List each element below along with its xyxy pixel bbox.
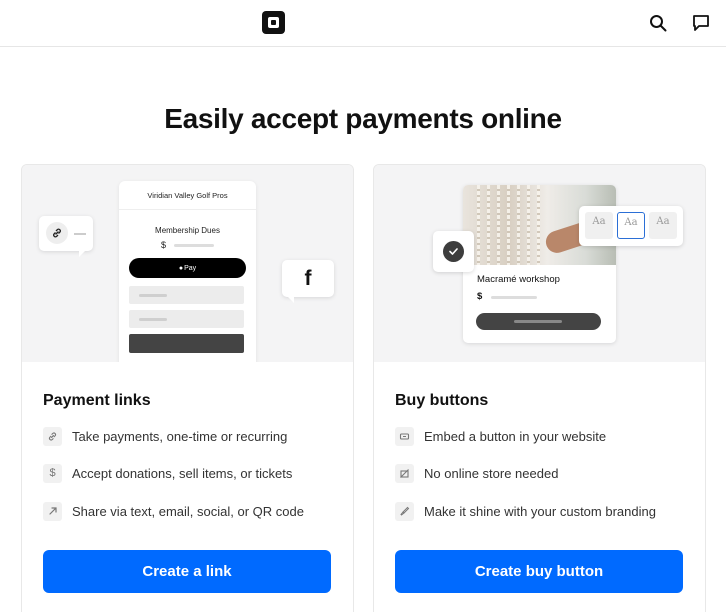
square-logo[interactable]: [262, 11, 285, 34]
feature-item: Make it shine with your custom branding: [395, 500, 656, 522]
search-icon[interactable]: [646, 11, 670, 35]
feature-item: No online store needed: [395, 462, 558, 484]
feature-item: Share via text, email, social, or QR cod…: [43, 500, 304, 522]
font-option-selected: Aa: [617, 212, 645, 239]
facebook-icon: f: [282, 260, 334, 303]
feature-item: Take payments, one-time or recurring: [43, 425, 287, 447]
currency-symbol: $: [161, 240, 167, 250]
buy-buttons-card: Macramé workshop $ Aa Aa Aa Buy buttons …: [373, 164, 706, 612]
paintbrush-icon: [395, 501, 414, 521]
top-nav: [0, 0, 726, 47]
apple-pay-button: ● Pay: [129, 258, 246, 278]
dollar-icon: $: [43, 463, 62, 483]
item-name: Membership Dues: [155, 226, 220, 235]
form-field: [129, 286, 244, 304]
payment-links-illustration: Viridian Valley Golf Pros Membership Due…: [22, 165, 353, 362]
card-heading: Buy buttons: [395, 392, 489, 409]
button-icon: [395, 426, 414, 446]
feature-text: Accept donations, sell items, or tickets: [72, 465, 293, 481]
link-icon: [46, 222, 68, 244]
create-buy-button-button[interactable]: Create buy button: [395, 550, 683, 593]
checkout-preview: Viridian Valley Golf Pros Membership Due…: [119, 181, 256, 362]
feature-text: Share via text, email, social, or QR cod…: [72, 503, 304, 519]
feature-text: Take payments, one-time or recurring: [72, 428, 288, 444]
apple-icon: ●: [178, 264, 184, 272]
buy-buttons-illustration: Macramé workshop $ Aa Aa Aa: [374, 165, 705, 362]
product-name: Macramé workshop: [477, 274, 560, 285]
buy-bar: [476, 313, 601, 330]
arrow-up-right-icon: [43, 501, 62, 521]
feature-text: Make it shine with your custom branding: [424, 503, 656, 519]
link-bubble: [39, 216, 93, 257]
form-field: [129, 310, 244, 328]
font-option: Aa: [649, 212, 677, 239]
business-name: Viridian Valley Golf Pros: [147, 191, 228, 200]
payment-links-card: Viridian Valley Golf Pros Membership Due…: [21, 164, 354, 612]
submit-bar: [129, 334, 244, 353]
font-option: Aa: [585, 212, 613, 239]
link-icon: [43, 426, 62, 446]
feature-item: $ Accept donations, sell items, or ticke…: [43, 462, 292, 484]
no-store-icon: [395, 463, 414, 483]
chat-icon[interactable]: [689, 11, 713, 35]
card-heading: Payment links: [43, 392, 151, 409]
feature-text: No online store needed: [424, 465, 559, 481]
feature-item: Embed a button in your website: [395, 425, 606, 447]
create-link-button[interactable]: Create a link: [43, 550, 331, 593]
currency-symbol: $: [477, 291, 483, 302]
feature-text: Embed a button in your website: [424, 428, 607, 444]
font-picker: Aa Aa Aa: [579, 206, 683, 246]
page-title: Easily accept payments online: [164, 103, 562, 134]
check-bubble: [433, 231, 474, 272]
check-icon: [443, 241, 464, 262]
